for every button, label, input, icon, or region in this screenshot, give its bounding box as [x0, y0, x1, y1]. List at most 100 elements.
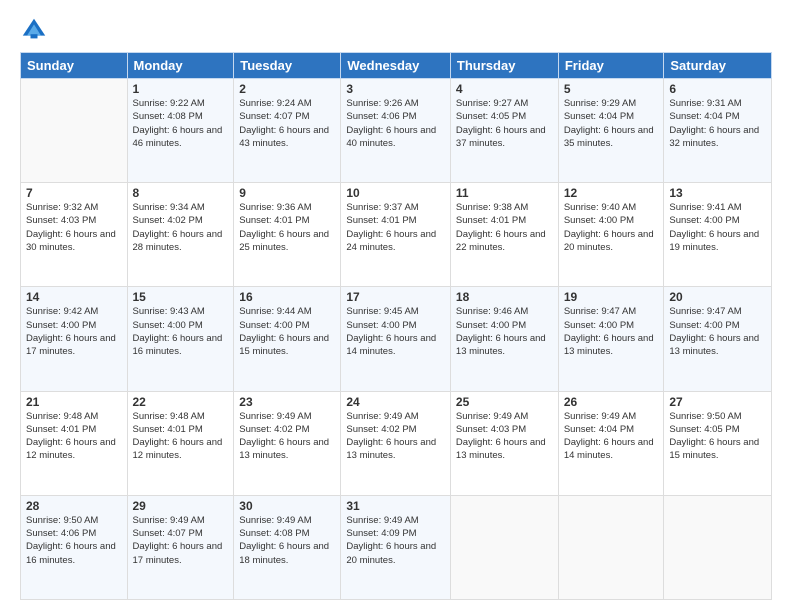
- header-day-sunday: Sunday: [21, 53, 128, 79]
- day-number: 29: [133, 499, 229, 513]
- day-number: 12: [564, 186, 659, 200]
- day-info: Sunrise: 9:49 AMSunset: 4:02 PMDaylight:…: [346, 410, 445, 463]
- calendar-body: 1Sunrise: 9:22 AMSunset: 4:08 PMDaylight…: [21, 79, 772, 600]
- week-row-1: 7Sunrise: 9:32 AMSunset: 4:03 PMDaylight…: [21, 183, 772, 287]
- day-cell: 14Sunrise: 9:42 AMSunset: 4:00 PMDayligh…: [21, 287, 128, 391]
- day-info: Sunrise: 9:37 AMSunset: 4:01 PMDaylight:…: [346, 201, 445, 254]
- day-cell: 4Sunrise: 9:27 AMSunset: 4:05 PMDaylight…: [450, 79, 558, 183]
- day-cell: 27Sunrise: 9:50 AMSunset: 4:05 PMDayligh…: [664, 391, 772, 495]
- header-day-saturday: Saturday: [664, 53, 772, 79]
- header-day-wednesday: Wednesday: [341, 53, 451, 79]
- day-info: Sunrise: 9:48 AMSunset: 4:01 PMDaylight:…: [133, 410, 229, 463]
- day-number: 8: [133, 186, 229, 200]
- day-cell: 10Sunrise: 9:37 AMSunset: 4:01 PMDayligh…: [341, 183, 451, 287]
- day-info: Sunrise: 9:42 AMSunset: 4:00 PMDaylight:…: [26, 305, 122, 358]
- day-info: Sunrise: 9:41 AMSunset: 4:00 PMDaylight:…: [669, 201, 766, 254]
- day-info: Sunrise: 9:50 AMSunset: 4:05 PMDaylight:…: [669, 410, 766, 463]
- day-info: Sunrise: 9:29 AMSunset: 4:04 PMDaylight:…: [564, 97, 659, 150]
- day-number: 3: [346, 82, 445, 96]
- header-day-monday: Monday: [127, 53, 234, 79]
- day-info: Sunrise: 9:24 AMSunset: 4:07 PMDaylight:…: [239, 97, 335, 150]
- day-cell: 31Sunrise: 9:49 AMSunset: 4:09 PMDayligh…: [341, 495, 451, 599]
- day-info: Sunrise: 9:47 AMSunset: 4:00 PMDaylight:…: [669, 305, 766, 358]
- day-info: Sunrise: 9:40 AMSunset: 4:00 PMDaylight:…: [564, 201, 659, 254]
- day-info: Sunrise: 9:47 AMSunset: 4:00 PMDaylight:…: [564, 305, 659, 358]
- day-cell: 30Sunrise: 9:49 AMSunset: 4:08 PMDayligh…: [234, 495, 341, 599]
- day-cell: 3Sunrise: 9:26 AMSunset: 4:06 PMDaylight…: [341, 79, 451, 183]
- day-cell: 20Sunrise: 9:47 AMSunset: 4:00 PMDayligh…: [664, 287, 772, 391]
- day-cell: 2Sunrise: 9:24 AMSunset: 4:07 PMDaylight…: [234, 79, 341, 183]
- day-info: Sunrise: 9:26 AMSunset: 4:06 PMDaylight:…: [346, 97, 445, 150]
- day-number: 9: [239, 186, 335, 200]
- day-cell: 12Sunrise: 9:40 AMSunset: 4:00 PMDayligh…: [558, 183, 664, 287]
- day-number: 11: [456, 186, 553, 200]
- day-number: 17: [346, 290, 445, 304]
- day-number: 16: [239, 290, 335, 304]
- day-info: Sunrise: 9:38 AMSunset: 4:01 PMDaylight:…: [456, 201, 553, 254]
- day-number: 6: [669, 82, 766, 96]
- day-number: 10: [346, 186, 445, 200]
- day-number: 27: [669, 395, 766, 409]
- day-number: 28: [26, 499, 122, 513]
- day-cell: 18Sunrise: 9:46 AMSunset: 4:00 PMDayligh…: [450, 287, 558, 391]
- day-number: 25: [456, 395, 553, 409]
- day-number: 4: [456, 82, 553, 96]
- day-number: 26: [564, 395, 659, 409]
- day-info: Sunrise: 9:49 AMSunset: 4:08 PMDaylight:…: [239, 514, 335, 567]
- day-cell: 21Sunrise: 9:48 AMSunset: 4:01 PMDayligh…: [21, 391, 128, 495]
- day-cell: 6Sunrise: 9:31 AMSunset: 4:04 PMDaylight…: [664, 79, 772, 183]
- page: SundayMondayTuesdayWednesdayThursdayFrid…: [0, 0, 792, 612]
- header-row: SundayMondayTuesdayWednesdayThursdayFrid…: [21, 53, 772, 79]
- day-cell: 19Sunrise: 9:47 AMSunset: 4:00 PMDayligh…: [558, 287, 664, 391]
- day-info: Sunrise: 9:49 AMSunset: 4:03 PMDaylight:…: [456, 410, 553, 463]
- header-day-friday: Friday: [558, 53, 664, 79]
- day-cell: 16Sunrise: 9:44 AMSunset: 4:00 PMDayligh…: [234, 287, 341, 391]
- day-number: 22: [133, 395, 229, 409]
- day-cell: 23Sunrise: 9:49 AMSunset: 4:02 PMDayligh…: [234, 391, 341, 495]
- day-cell: 9Sunrise: 9:36 AMSunset: 4:01 PMDaylight…: [234, 183, 341, 287]
- day-cell: 8Sunrise: 9:34 AMSunset: 4:02 PMDaylight…: [127, 183, 234, 287]
- calendar-header: SundayMondayTuesdayWednesdayThursdayFrid…: [21, 53, 772, 79]
- week-row-4: 28Sunrise: 9:50 AMSunset: 4:06 PMDayligh…: [21, 495, 772, 599]
- calendar: SundayMondayTuesdayWednesdayThursdayFrid…: [20, 52, 772, 600]
- day-number: 20: [669, 290, 766, 304]
- day-cell: 28Sunrise: 9:50 AMSunset: 4:06 PMDayligh…: [21, 495, 128, 599]
- day-info: Sunrise: 9:22 AMSunset: 4:08 PMDaylight:…: [133, 97, 229, 150]
- day-info: Sunrise: 9:49 AMSunset: 4:09 PMDaylight:…: [346, 514, 445, 567]
- day-info: Sunrise: 9:43 AMSunset: 4:00 PMDaylight:…: [133, 305, 229, 358]
- day-number: 7: [26, 186, 122, 200]
- day-info: Sunrise: 9:46 AMSunset: 4:00 PMDaylight:…: [456, 305, 553, 358]
- day-number: 21: [26, 395, 122, 409]
- day-number: 30: [239, 499, 335, 513]
- day-cell: 22Sunrise: 9:48 AMSunset: 4:01 PMDayligh…: [127, 391, 234, 495]
- day-cell: 24Sunrise: 9:49 AMSunset: 4:02 PMDayligh…: [341, 391, 451, 495]
- day-info: Sunrise: 9:45 AMSunset: 4:00 PMDaylight:…: [346, 305, 445, 358]
- day-cell: 17Sunrise: 9:45 AMSunset: 4:00 PMDayligh…: [341, 287, 451, 391]
- header-day-tuesday: Tuesday: [234, 53, 341, 79]
- day-number: 5: [564, 82, 659, 96]
- day-cell: [664, 495, 772, 599]
- logo: [20, 16, 50, 44]
- logo-icon: [20, 16, 48, 44]
- day-info: Sunrise: 9:48 AMSunset: 4:01 PMDaylight:…: [26, 410, 122, 463]
- day-info: Sunrise: 9:49 AMSunset: 4:07 PMDaylight:…: [133, 514, 229, 567]
- header-day-thursday: Thursday: [450, 53, 558, 79]
- day-cell: 11Sunrise: 9:38 AMSunset: 4:01 PMDayligh…: [450, 183, 558, 287]
- day-cell: 26Sunrise: 9:49 AMSunset: 4:04 PMDayligh…: [558, 391, 664, 495]
- day-cell: [21, 79, 128, 183]
- day-cell: [558, 495, 664, 599]
- day-info: Sunrise: 9:36 AMSunset: 4:01 PMDaylight:…: [239, 201, 335, 254]
- day-cell: 5Sunrise: 9:29 AMSunset: 4:04 PMDaylight…: [558, 79, 664, 183]
- week-row-0: 1Sunrise: 9:22 AMSunset: 4:08 PMDaylight…: [21, 79, 772, 183]
- day-number: 18: [456, 290, 553, 304]
- header: [20, 16, 772, 44]
- day-cell: 15Sunrise: 9:43 AMSunset: 4:00 PMDayligh…: [127, 287, 234, 391]
- day-number: 24: [346, 395, 445, 409]
- day-number: 13: [669, 186, 766, 200]
- day-cell: 29Sunrise: 9:49 AMSunset: 4:07 PMDayligh…: [127, 495, 234, 599]
- day-info: Sunrise: 9:49 AMSunset: 4:04 PMDaylight:…: [564, 410, 659, 463]
- day-number: 31: [346, 499, 445, 513]
- day-info: Sunrise: 9:34 AMSunset: 4:02 PMDaylight:…: [133, 201, 229, 254]
- day-number: 2: [239, 82, 335, 96]
- day-cell: 25Sunrise: 9:49 AMSunset: 4:03 PMDayligh…: [450, 391, 558, 495]
